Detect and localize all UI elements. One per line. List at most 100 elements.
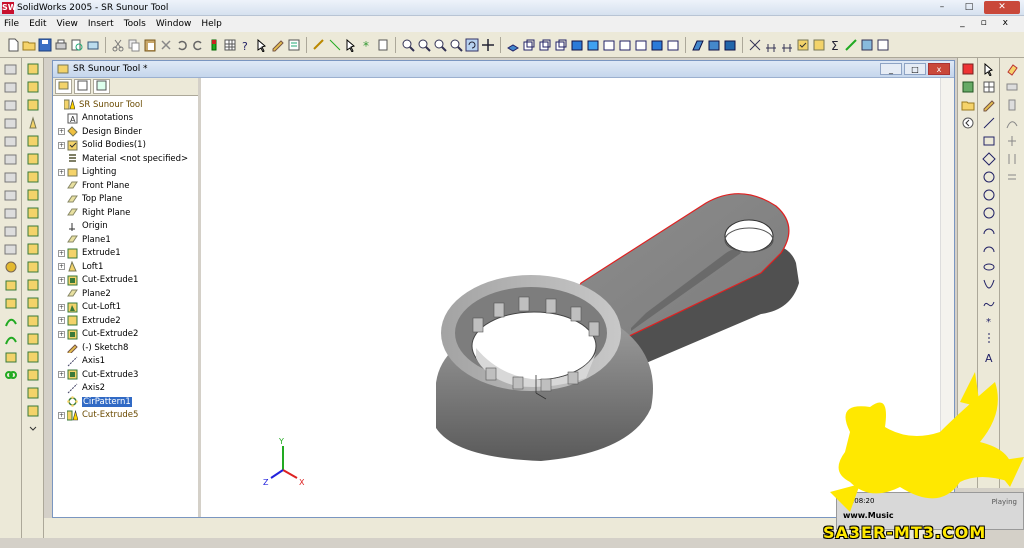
feature-tree-item[interactable]: SR Sunour Tool <box>53 98 198 112</box>
rectangle-icon[interactable] <box>982 134 996 148</box>
expand-icon[interactable]: + <box>58 128 65 136</box>
relation-vertical-icon[interactable] <box>1005 98 1019 112</box>
feature-tree-item[interactable]: Top Plane <box>53 193 198 207</box>
check-sketch-icon[interactable] <box>812 38 826 52</box>
features-loft-icon[interactable] <box>4 332 18 346</box>
fillet-icon[interactable] <box>26 206 40 220</box>
open-folder-icon[interactable] <box>22 38 36 52</box>
expand-icon[interactable]: + <box>58 168 65 176</box>
sketch-relations-icon[interactable] <box>844 38 858 52</box>
revolve-cut-icon[interactable] <box>26 152 40 166</box>
circular-pattern-toolbar-icon[interactable] <box>26 332 40 346</box>
split-line-icon[interactable] <box>26 368 40 382</box>
asterisk-icon[interactable]: * <box>360 38 374 52</box>
three-point-arc-icon[interactable] <box>982 242 996 256</box>
shaded-view-icon[interactable] <box>570 38 584 52</box>
feature-tree-item[interactable]: + Cut-Extrude2 <box>53 328 198 342</box>
feature-tree-item[interactable]: Front Plane <box>53 179 198 193</box>
sketch-gear-icon[interactable] <box>4 260 18 274</box>
sketch-fillet-icon[interactable] <box>4 80 18 94</box>
print-setup-icon[interactable] <box>86 38 100 52</box>
delete-icon[interactable] <box>159 38 173 52</box>
expand-icon[interactable]: + <box>58 303 65 311</box>
feature-tree-item[interactable]: Axis2 <box>53 382 198 396</box>
cut-icon[interactable] <box>111 38 125 52</box>
sketch-icon[interactable] <box>982 98 996 112</box>
sweep-cut-icon[interactable] <box>26 170 40 184</box>
point-icon[interactable]: * <box>982 314 996 328</box>
doc-restore-icon[interactable]: ▫ <box>981 18 987 28</box>
expand-icon[interactable]: + <box>58 317 65 325</box>
feature-tree-item[interactable]: + Cut-Loft1 <box>53 301 198 315</box>
reference-geometry-icon[interactable] <box>748 38 762 52</box>
expand-icon[interactable]: + <box>58 141 65 149</box>
linear-pattern-icon[interactable] <box>26 314 40 328</box>
spline-icon[interactable] <box>982 296 996 310</box>
sketch-split-icon[interactable] <box>4 170 18 184</box>
extrude-boss-icon[interactable] <box>26 62 40 76</box>
sketch-move-icon[interactable] <box>4 188 18 202</box>
view-orientation-icon[interactable] <box>522 38 536 52</box>
line-tool-icon[interactable] <box>328 38 342 52</box>
smart-dimension-icon[interactable] <box>312 38 326 52</box>
collapse-pane-icon[interactable] <box>961 116 975 130</box>
undo-icon[interactable] <box>175 38 189 52</box>
equations-icon[interactable]: Σ <box>828 38 842 52</box>
polygon-icon[interactable] <box>981 152 996 166</box>
isometric-view-icon[interactable] <box>554 38 568 52</box>
features-boundary-icon[interactable] <box>4 350 18 364</box>
sketch-offset-icon[interactable] <box>4 98 18 112</box>
sketch-mirror-icon[interactable] <box>4 116 18 130</box>
feature-tree-item[interactable]: Material <not specified> <box>53 152 198 166</box>
copy-icon[interactable] <box>127 38 141 52</box>
options-grid-icon[interactable] <box>223 38 237 52</box>
select-pointer-icon[interactable] <box>982 62 996 76</box>
relation-tangent-icon[interactable] <box>1005 116 1019 130</box>
feature-tree-item[interactable]: Plane2 <box>53 287 198 301</box>
menu-insert[interactable]: Insert <box>88 19 114 29</box>
menu-file[interactable]: File <box>4 19 19 29</box>
feature-tree-item[interactable]: + Design Binder <box>53 125 198 139</box>
menu-edit[interactable]: Edit <box>29 19 46 29</box>
feature-tree-item[interactable]: + Loft1 <box>53 260 198 274</box>
front-view-icon[interactable] <box>538 38 552 52</box>
hidden-removed-icon[interactable] <box>634 38 648 52</box>
pointer-icon[interactable] <box>344 38 358 52</box>
features-sweep-icon[interactable] <box>4 314 18 328</box>
check-icon[interactable] <box>796 38 810 52</box>
sketch-rotate-icon[interactable] <box>4 206 18 220</box>
sketch-tool-icon[interactable] <box>271 38 285 52</box>
maximize-button[interactable]: □ <box>957 1 981 14</box>
sketch-trim-icon[interactable] <box>4 134 18 148</box>
relation-horizontal-icon[interactable] <box>1005 80 1019 94</box>
circle-perimeter-icon[interactable] <box>982 188 996 202</box>
redo-icon[interactable] <box>191 38 205 52</box>
expand-icon[interactable]: + <box>58 249 65 257</box>
feature-tree-item[interactable]: + Cut-Extrude1 <box>53 274 198 288</box>
feature-tree-item[interactable]: + Extrude1 <box>53 247 198 261</box>
doc-close-icon[interactable]: x <box>1003 18 1008 28</box>
new-file-icon[interactable] <box>6 38 20 52</box>
select-arrow-icon[interactable] <box>255 38 269 52</box>
expand-icon[interactable]: + <box>58 330 65 338</box>
sweep-boss-icon[interactable] <box>26 98 40 112</box>
save-icon[interactable] <box>38 38 52 52</box>
feature-manager-tab[interactable] <box>55 79 72 94</box>
relation-coincident-icon[interactable] <box>1005 134 1019 148</box>
chamfer-icon[interactable] <box>26 224 40 238</box>
feature-tree-item[interactable]: + Extrude2 <box>53 314 198 328</box>
loft-boss-icon[interactable] <box>26 116 40 130</box>
revolve-boss-icon[interactable] <box>26 80 40 94</box>
relation-eraser-icon[interactable] <box>1005 62 1019 76</box>
doc-minimize-icon[interactable]: _ <box>960 18 965 28</box>
feature-tree-item[interactable]: Plane1 <box>53 233 198 247</box>
rib-icon[interactable] <box>26 242 40 256</box>
feature-tree-item[interactable]: + Cut-Extrude3 <box>53 368 198 382</box>
sketch-copy-icon[interactable] <box>4 242 18 256</box>
grid-icon[interactable] <box>982 80 996 94</box>
expand-icon[interactable]: + <box>58 263 65 271</box>
sketch-extend-icon[interactable] <box>4 152 18 166</box>
features-link-icon[interactable] <box>4 368 18 382</box>
feature-tree-item[interactable]: (-) Sketch8 <box>53 341 198 355</box>
expand-toolbar-icon[interactable] <box>26 422 40 436</box>
